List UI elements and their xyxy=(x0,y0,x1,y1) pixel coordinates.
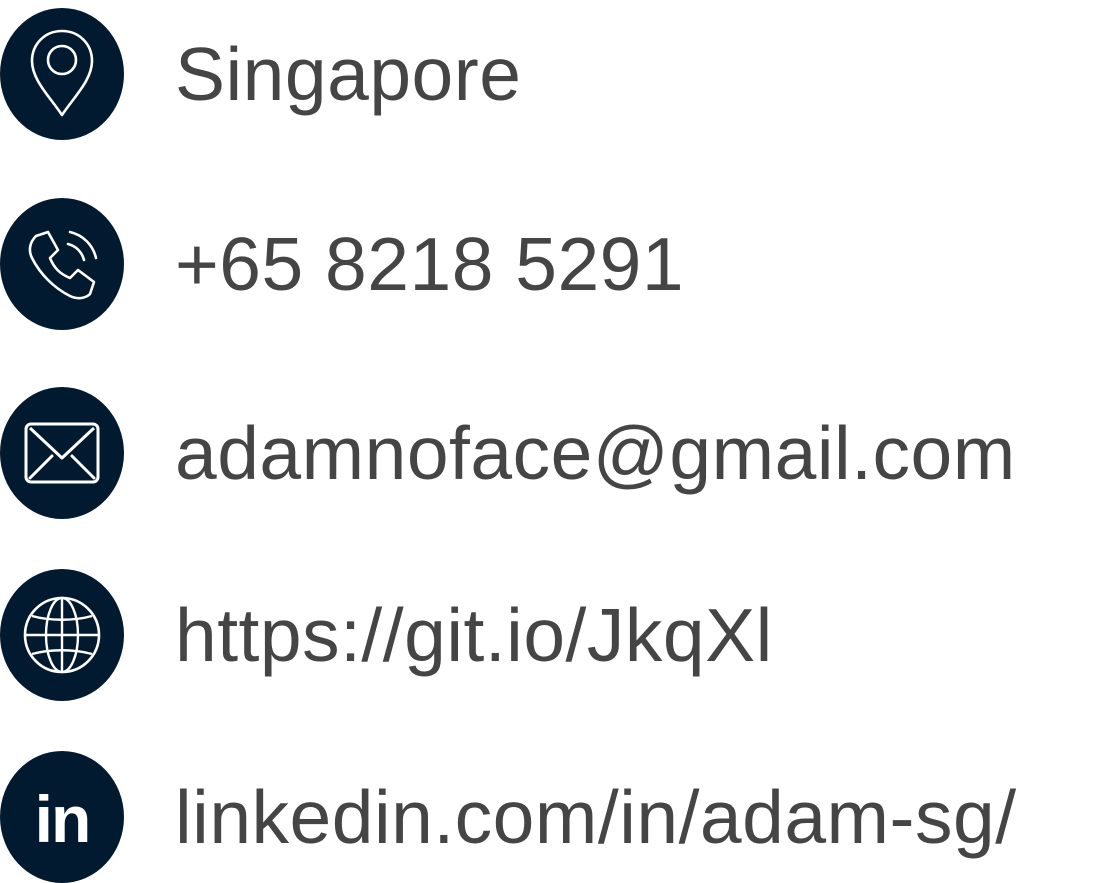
contact-list: Singapore +65 8218 5291 adamnoface@gmail… xyxy=(0,0,1097,883)
contact-row-phone: +65 8218 5291 xyxy=(0,198,1097,330)
contact-row-linkedin: in linkedin.com/in/adam-sg/ xyxy=(0,751,1097,883)
email-text: adamnoface@gmail.com xyxy=(175,410,1016,495)
location-pin-icon xyxy=(0,8,124,140)
globe-icon xyxy=(0,569,124,701)
phone-icon xyxy=(0,198,124,330)
phone-text: +65 8218 5291 xyxy=(175,221,685,306)
envelope-icon xyxy=(0,387,124,519)
linkedin-icon-glyph: in xyxy=(34,782,92,856)
location-text: Singapore xyxy=(175,31,522,116)
linkedin-text: linkedin.com/in/adam-sg/ xyxy=(175,774,1017,859)
contact-row-location: Singapore xyxy=(0,8,1097,140)
contact-row-email: adamnoface@gmail.com xyxy=(0,387,1097,519)
website-text: https://git.io/JkqXl xyxy=(175,592,773,677)
linkedin-icon: in xyxy=(0,751,124,883)
contact-row-website: https://git.io/JkqXl xyxy=(0,569,1097,701)
